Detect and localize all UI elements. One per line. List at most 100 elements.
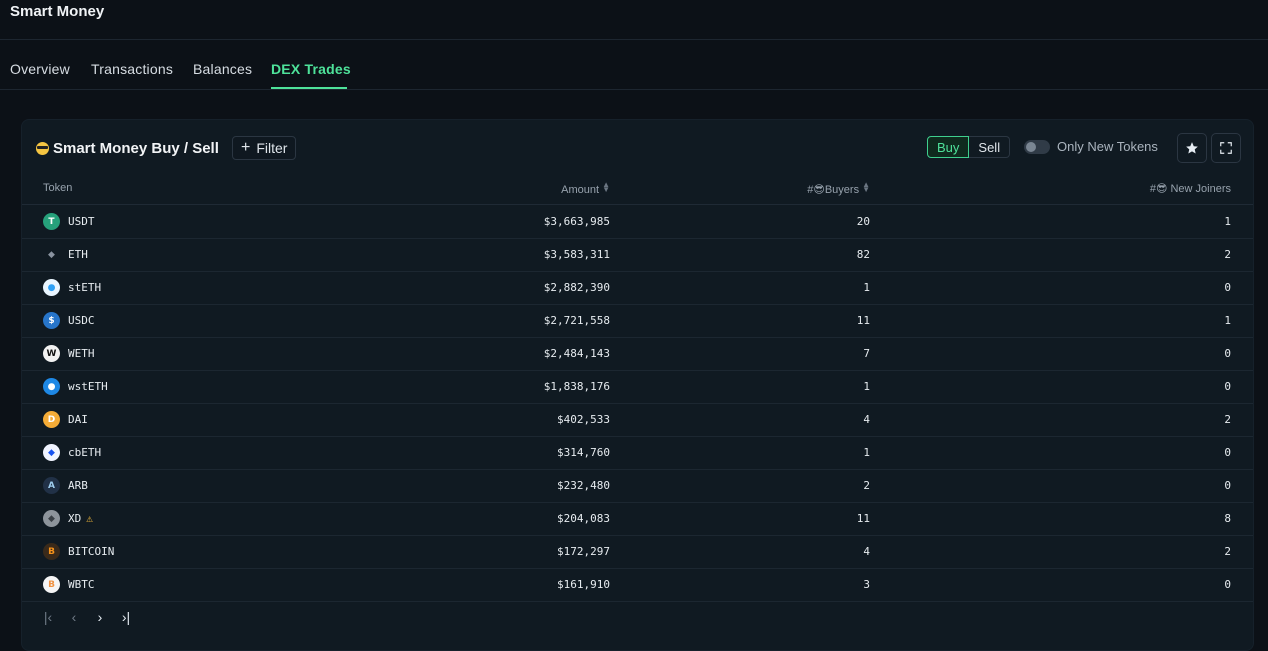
- new-joiners-cell: 0: [1224, 446, 1231, 459]
- prev-page-icon[interactable]: ‹: [68, 609, 80, 625]
- tab-bar: Overview Transactions Balances DEX Trade…: [0, 40, 1268, 90]
- switch-knob: [1026, 142, 1036, 152]
- last-page-icon[interactable]: ›|: [120, 609, 132, 625]
- eth-icon: ◆: [48, 249, 55, 260]
- amount-cell: $172,297: [557, 545, 610, 558]
- next-page-icon[interactable]: ›: [94, 609, 106, 625]
- sort-icon: ▲ ▼: [602, 180, 610, 194]
- token-name[interactable]: WETH: [68, 347, 95, 360]
- amount-cell: $2,882,390: [543, 281, 610, 294]
- buyers-cell: 4: [863, 545, 870, 558]
- active-tab-indicator: [271, 87, 347, 89]
- token-name[interactable]: XD ⚠: [68, 512, 93, 525]
- token-name[interactable]: WBTC: [68, 578, 95, 591]
- sort-icon: ▲ ▼: [862, 180, 870, 194]
- header-new-joiners: #😎 New Joiners: [1149, 183, 1231, 195]
- new-joiners-cell: 2: [1224, 248, 1231, 261]
- token-symbol: wstETH: [68, 380, 108, 393]
- table-row[interactable]: $ USDC $2,721,558 11 1: [22, 304, 1253, 338]
- buy-sell-toggle: Buy Sell: [927, 136, 1011, 158]
- steth-icon: ●: [43, 279, 60, 296]
- amount-cell: $3,583,311: [543, 248, 610, 261]
- token-symbol: stETH: [68, 281, 102, 294]
- token-name[interactable]: stETH: [68, 281, 101, 294]
- weth-icon: W: [43, 345, 60, 362]
- first-page-icon[interactable]: |‹: [42, 609, 54, 625]
- pagination: |‹ ‹ › ›|: [42, 609, 132, 625]
- token-symbol: USDT: [68, 215, 95, 228]
- table-row[interactable]: ● wstETH $1,838,176 1 0: [22, 370, 1253, 404]
- buyers-cell: 3: [863, 578, 870, 591]
- table-row[interactable]: ● stETH $2,882,390 1 0: [22, 271, 1253, 305]
- tab-overview[interactable]: Overview: [10, 61, 70, 77]
- header-buyers[interactable]: #😎Buyers ▲ ▼: [742, 180, 870, 197]
- new-joiners-cell: 1: [1224, 314, 1231, 327]
- table-row[interactable]: ◆ XD ⚠ $204,083 11 8: [22, 502, 1253, 536]
- expand-icon: [1220, 142, 1232, 154]
- only-new-tokens-switch[interactable]: [1024, 140, 1050, 154]
- new-joiners-cell: 0: [1224, 281, 1231, 294]
- panel-title: Smart Money Buy / Sell: [36, 140, 219, 157]
- sell-button[interactable]: Sell: [969, 136, 1011, 158]
- table-row[interactable]: B BITCOIN $172,297 4 2: [22, 535, 1253, 569]
- table-row[interactable]: ◆ cbETH $314,760 1 0: [22, 436, 1253, 470]
- wbtc-icon: B: [43, 576, 60, 593]
- token-name[interactable]: BITCOIN: [68, 545, 114, 558]
- bitcoin-icon: B: [43, 543, 60, 560]
- filter-label: Filter: [256, 140, 288, 156]
- token-symbol: BITCOIN: [68, 545, 115, 558]
- new-joiners-cell: 1: [1224, 215, 1231, 228]
- header-amount[interactable]: Amount ▲ ▼: [502, 180, 610, 197]
- buyers-cell: 4: [863, 413, 870, 426]
- tab-balances[interactable]: Balances: [193, 61, 252, 77]
- token-symbol: XD: [68, 512, 82, 525]
- only-new-tokens-label: Only New Tokens: [1057, 139, 1158, 154]
- usdc-icon: $: [43, 312, 60, 329]
- token-symbol: DAI: [68, 413, 88, 426]
- amount-cell: $204,083: [557, 512, 610, 525]
- new-joiners-cell: 0: [1224, 479, 1231, 492]
- cbeth-icon: ◆: [43, 444, 60, 461]
- amount-cell: $161,910: [557, 578, 610, 591]
- token-name[interactable]: ETH: [68, 248, 88, 261]
- new-joiners-cell: 0: [1224, 380, 1231, 393]
- dai-icon: D: [43, 411, 60, 428]
- table-row[interactable]: T USDT $3,663,985 20 1: [22, 205, 1253, 239]
- buy-button[interactable]: Buy: [927, 136, 970, 158]
- table-row[interactable]: ◆ ETH $3,583,311 82 2: [22, 238, 1253, 272]
- tab-dex-trades[interactable]: DEX Trades: [271, 61, 351, 77]
- buyers-cell: 7: [863, 347, 870, 360]
- table-row[interactable]: W WETH $2,484,143 7 0: [22, 337, 1253, 371]
- amount-cell: $402,533: [557, 413, 610, 426]
- table-row[interactable]: D DAI $402,533 4 2: [22, 403, 1253, 437]
- new-joiners-cell: 8: [1224, 512, 1231, 525]
- xd-icon: ◆: [43, 510, 60, 527]
- fullscreen-button[interactable]: [1211, 133, 1241, 163]
- panel-title-text: Smart Money Buy / Sell: [53, 140, 219, 157]
- token-name[interactable]: USDC: [68, 314, 95, 327]
- filter-button[interactable]: + Filter: [232, 136, 297, 160]
- arb-icon: A: [43, 477, 60, 494]
- favorite-button[interactable]: [1177, 133, 1207, 163]
- plus-icon: +: [241, 139, 251, 156]
- top-bar: Smart Money: [0, 0, 1268, 40]
- table-row[interactable]: A ARB $232,480 2 0: [22, 469, 1253, 503]
- token-symbol: WETH: [68, 347, 95, 360]
- new-joiners-cell: 0: [1224, 347, 1231, 360]
- tab-transactions[interactable]: Transactions: [91, 61, 173, 77]
- amount-cell: $3,663,985: [543, 215, 610, 228]
- token-name[interactable]: ARB: [68, 479, 88, 492]
- amount-cell: $2,721,558: [543, 314, 610, 327]
- warning-icon: ⚠: [86, 512, 93, 525]
- token-symbol: WBTC: [68, 578, 95, 591]
- buyers-cell: 1: [863, 446, 870, 459]
- buyers-cell: 82: [856, 248, 870, 261]
- new-joiners-cell: 2: [1224, 545, 1231, 558]
- token-name[interactable]: wstETH: [68, 380, 108, 393]
- new-joiners-cell: 0: [1224, 578, 1231, 591]
- table-row[interactable]: B WBTC $161,910 3 0: [22, 568, 1253, 602]
- token-name[interactable]: DAI: [68, 413, 88, 426]
- token-name[interactable]: cbETH: [68, 446, 101, 459]
- token-symbol: USDC: [68, 314, 95, 327]
- token-name[interactable]: USDT: [68, 215, 95, 228]
